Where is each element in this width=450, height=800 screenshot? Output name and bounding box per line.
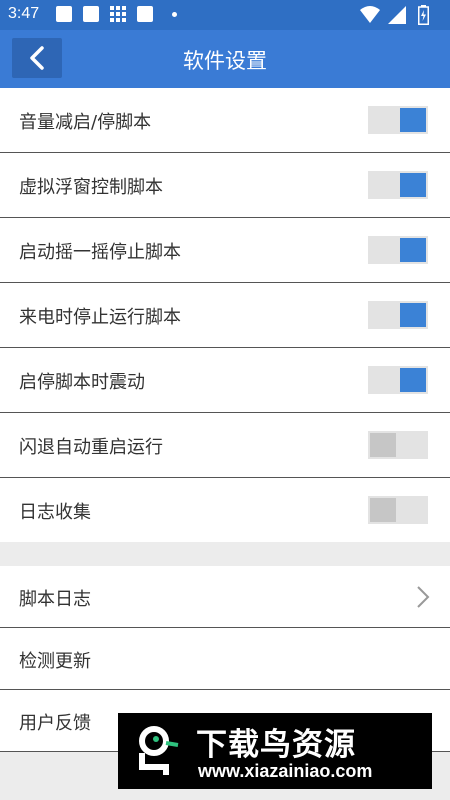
- setting-label: 音量减启/停脚本: [19, 112, 152, 133]
- menu-item-script-log[interactable]: 脚本日志: [0, 566, 450, 628]
- grid-icon: [110, 6, 126, 22]
- setting-row-volume-toggle-script[interactable]: 音量减启/停脚本: [0, 88, 450, 153]
- menu-item-check-update[interactable]: 检测更新: [0, 628, 450, 690]
- toggle-knob: [400, 238, 426, 262]
- toggle-switch[interactable]: [368, 236, 428, 264]
- setting-row-auto-restart[interactable]: 闪退自动重启运行: [0, 413, 450, 478]
- toggle-knob: [370, 498, 396, 522]
- notification-icon: [137, 6, 153, 22]
- toggle-knob: [400, 368, 426, 392]
- more-notifications-icon: [172, 12, 177, 17]
- toggle-switch[interactable]: [368, 431, 428, 459]
- toggle-switch[interactable]: [368, 301, 428, 329]
- setting-row-floating-window[interactable]: 虚拟浮窗控制脚本: [0, 153, 450, 218]
- setting-label: 日志收集: [19, 502, 91, 523]
- menu-label: 脚本日志: [19, 589, 91, 610]
- settings-list: 音量减启/停脚本 虚拟浮窗控制脚本 启动摇一摇停止脚本 来电时停止运行脚本 启停…: [0, 88, 450, 543]
- setting-label: 启停脚本时震动: [19, 372, 145, 393]
- wifi-icon: [360, 6, 380, 23]
- status-bar: 3:47: [0, 0, 450, 30]
- signal-icon: [388, 6, 406, 24]
- page-title: 软件设置: [183, 49, 267, 73]
- toggle-knob: [400, 303, 426, 327]
- toggle-switch[interactable]: [368, 366, 428, 394]
- bird-logo-icon: [139, 726, 179, 775]
- toggle-knob: [370, 433, 396, 457]
- status-time: 3:47: [8, 5, 40, 22]
- toggle-knob: [400, 108, 426, 132]
- watermark-title: 下载鸟资源: [196, 727, 356, 763]
- setting-row-vibrate[interactable]: 启停脚本时震动: [0, 348, 450, 413]
- section-divider: [0, 542, 450, 566]
- menu-label: 检测更新: [19, 651, 91, 672]
- toggle-switch[interactable]: [368, 106, 428, 134]
- battery-icon: [418, 5, 429, 25]
- toggle-knob: [400, 173, 426, 197]
- setting-label: 启动摇一摇停止脚本: [19, 242, 181, 263]
- setting-label: 虚拟浮窗控制脚本: [19, 177, 163, 198]
- menu-label: 用户反馈: [19, 713, 91, 734]
- setting-row-stop-on-call[interactable]: 来电时停止运行脚本: [0, 283, 450, 348]
- system-icons: [360, 5, 440, 25]
- watermark-url: www.xiazainiao.com: [198, 761, 373, 781]
- setting-row-log-collection[interactable]: 日志收集: [0, 478, 450, 543]
- setting-row-shake-stop[interactable]: 启动摇一摇停止脚本: [0, 218, 450, 283]
- toggle-switch[interactable]: [368, 496, 428, 524]
- notification-icon: [56, 6, 72, 22]
- app-header: 软件设置: [0, 30, 450, 88]
- setting-label: 闪退自动重启运行: [19, 437, 163, 458]
- notification-icon: [83, 6, 99, 22]
- watermark-banner: 下载鸟资源 www.xiazainiao.com: [118, 713, 432, 789]
- setting-label: 来电时停止运行脚本: [19, 307, 181, 328]
- chevron-right-icon: [417, 586, 430, 608]
- toggle-switch[interactable]: [368, 171, 428, 199]
